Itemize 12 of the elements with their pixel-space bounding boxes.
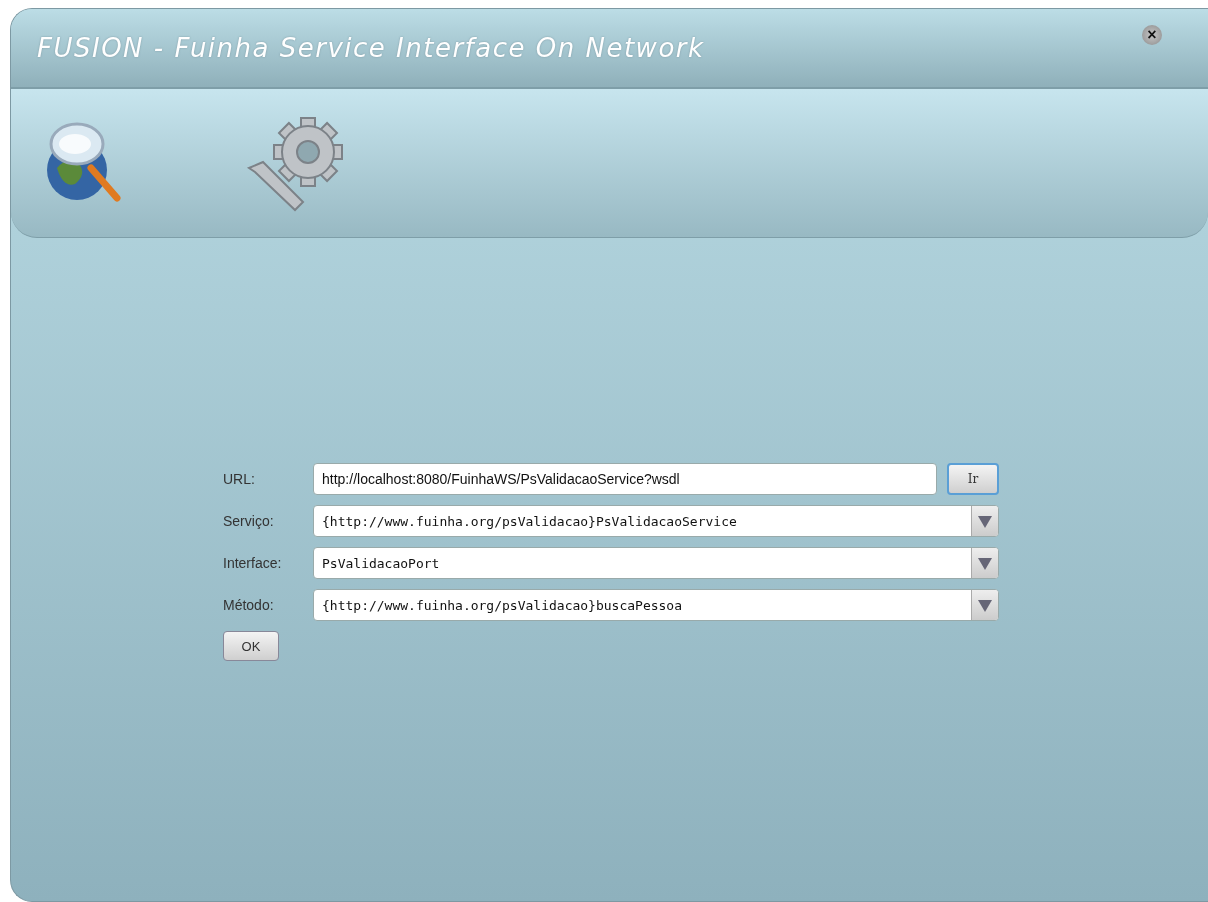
dropdown[interactable]: PsValidacaoPort (313, 547, 999, 579)
ok-button[interactable]: OK (223, 631, 279, 661)
dropdown[interactable]: {http://www.fuinha.org/psValidacao}PsValidacaoService (313, 505, 999, 537)
go-button[interactable]: Ir (947, 463, 999, 495)
url-field[interactable]: http://localhost:8080/FuinhaWS/PsValidacaoService?wsdl (313, 463, 937, 495)
field-label: URL: (223, 471, 256, 487)
close-button[interactable]: × (1142, 25, 1162, 45)
window-title: FUSION - Fuinha Service Interface On Network (37, 33, 705, 63)
field-label: Serviço: (223, 513, 275, 529)
field-label: Interface: (223, 555, 283, 571)
dropdown[interactable]: {http://www.fuinha.org/psValidacao}buscaPessoa (313, 589, 999, 621)
field-label: Método: (223, 597, 275, 613)
